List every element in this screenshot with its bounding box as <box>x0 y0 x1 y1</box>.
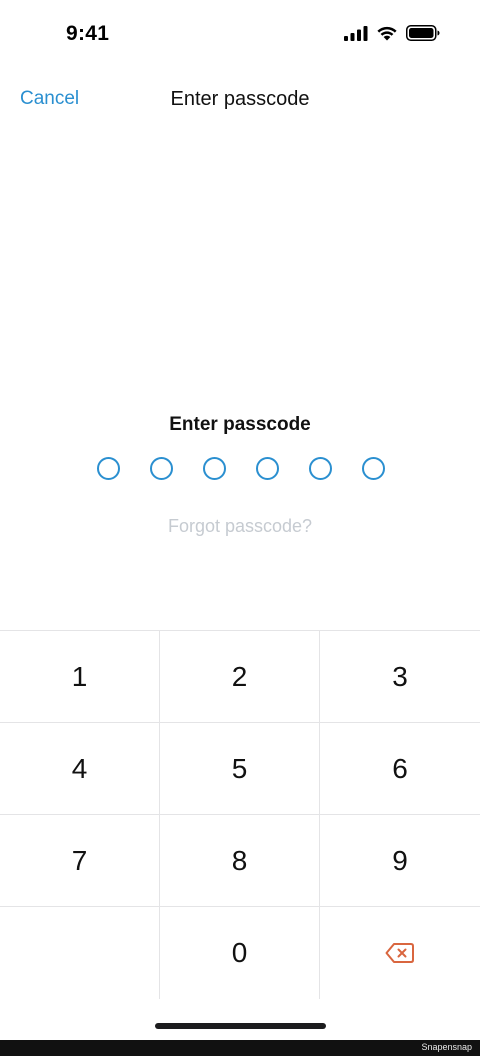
keypad-digit-9[interactable]: 9 <box>320 815 480 907</box>
status-time: 9:41 <box>66 22 110 45</box>
backspace-icon <box>385 943 414 963</box>
passcode-prompt: Enter passcode <box>169 414 311 435</box>
keypad-digit-8[interactable]: 8 <box>160 815 320 907</box>
status-bar: 9:41 <box>0 0 480 72</box>
delete-key[interactable] <box>320 907 480 999</box>
passcode-dot <box>309 457 332 480</box>
battery-icon <box>406 25 440 41</box>
passcode-dot <box>97 457 120 480</box>
passcode-dot <box>256 457 279 480</box>
passcode-dot <box>150 457 173 480</box>
passcode-dot <box>362 457 385 480</box>
keypad-digit-1[interactable]: 1 <box>0 631 160 723</box>
passcode-dots <box>97 457 385 481</box>
keypad-digit-6[interactable]: 6 <box>320 723 480 815</box>
cellular-signal-icon <box>344 25 368 41</box>
cancel-button[interactable]: Cancel <box>20 88 79 110</box>
home-indicator <box>155 1023 326 1029</box>
numeric-keypad: 123 456 7890 <box>0 630 480 999</box>
passcode-dot <box>203 457 226 480</box>
nav-bar: Enter passcode Cancel <box>0 78 480 122</box>
keypad-digit-0[interactable]: 0 <box>160 907 320 999</box>
footer-strip: Snapensnap <box>0 1040 480 1056</box>
forgot-passcode-link[interactable]: Forgot passcode? <box>0 516 480 537</box>
passcode-screen: 9:41 Enter passcode Cancel Enter passcod… <box>0 0 480 1056</box>
keypad-digit-2[interactable]: 2 <box>160 631 320 723</box>
keypad-digit-4[interactable]: 4 <box>0 723 160 815</box>
watermark: Snapensnap <box>421 1042 472 1052</box>
status-icons <box>344 25 440 41</box>
keypad-digit-3[interactable]: 3 <box>320 631 480 723</box>
keypad-digit-7[interactable]: 7 <box>0 815 160 907</box>
keypad-digit-5[interactable]: 5 <box>160 723 320 815</box>
keypad-empty-cell <box>0 907 160 999</box>
wifi-icon <box>376 25 398 41</box>
